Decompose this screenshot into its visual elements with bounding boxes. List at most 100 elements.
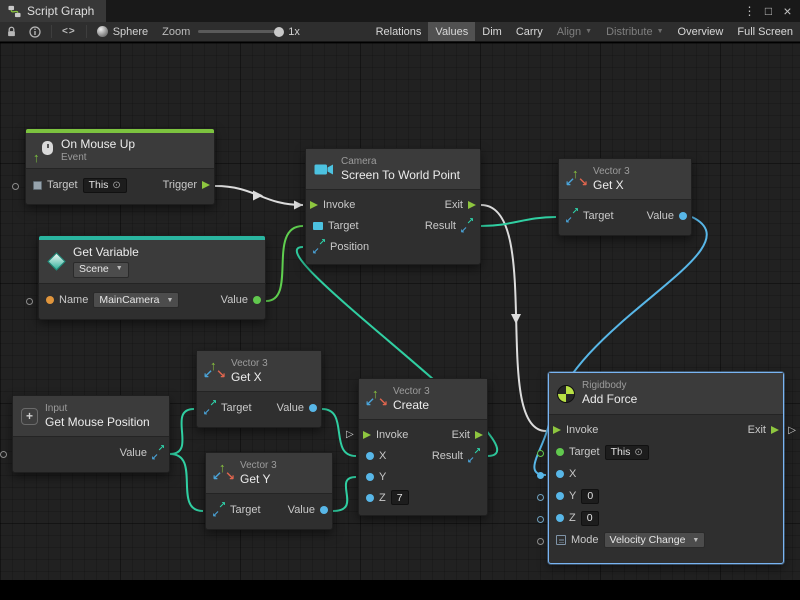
flow-out-port[interactable]	[202, 181, 210, 189]
vector3-out-port[interactable]: ↗↙	[468, 450, 480, 462]
z-value-input[interactable]: 7	[391, 490, 409, 505]
target-value-box[interactable]: This⊙	[83, 178, 127, 193]
info-button[interactable]	[23, 22, 47, 41]
target-value-box[interactable]: This⊙	[605, 445, 649, 460]
unconnected-port[interactable]	[12, 183, 19, 190]
flow-in-port[interactable]	[310, 201, 318, 209]
node-vector3-get-x-top[interactable]: ↑↙↘ Vector 3 Get X ↗↙ Target Value	[558, 158, 692, 236]
camera-type-port[interactable]	[313, 222, 323, 230]
target-icon: ⊙	[634, 447, 642, 458]
target-icon: ⊙	[112, 180, 120, 191]
float-out-port[interactable]	[320, 506, 328, 514]
float-in-port[interactable]	[366, 473, 374, 481]
code-view-button[interactable]: <>	[56, 22, 82, 41]
node-vector3-get-y[interactable]: ↑↙↘ Vector 3 Get Y ↗↙ Target Value	[205, 452, 333, 530]
dim-button[interactable]: Dim	[475, 22, 509, 41]
carry-button[interactable]: Carry	[509, 22, 550, 41]
port-label-target: Target	[221, 402, 252, 414]
enum-icon	[556, 535, 566, 545]
flow-out-port[interactable]	[771, 426, 779, 434]
unconnected-port[interactable]	[537, 494, 544, 501]
unconnected-port[interactable]	[537, 516, 544, 523]
unconnected-port[interactable]	[26, 298, 33, 305]
float-out-port[interactable]	[679, 212, 687, 220]
variable-name-dropdown[interactable]: MainCamera▼	[93, 292, 179, 308]
port-label-position: Position	[330, 241, 369, 253]
z-value-input[interactable]: 0	[581, 511, 599, 526]
vector3-out-port[interactable]: ↗↙	[461, 220, 473, 232]
float-out-port[interactable]	[309, 404, 317, 412]
variable-icon	[47, 252, 65, 270]
port-label-z: Z	[569, 512, 576, 524]
graph-object-icon	[91, 22, 113, 41]
values-button[interactable]: Values	[428, 22, 475, 41]
unconnected-port[interactable]	[537, 450, 544, 457]
float-in-port[interactable]	[366, 452, 374, 460]
port-label-result: Result	[432, 450, 463, 462]
window-maximize-icon[interactable]: □	[760, 4, 777, 18]
port-label-target: Target	[583, 210, 614, 222]
align-dropdown[interactable]: Align▼	[550, 22, 599, 41]
zoom-slider-handle[interactable]	[274, 27, 284, 37]
node-category: Rigidbody	[582, 380, 637, 392]
port-label-exit: Exit	[748, 424, 766, 436]
y-value-input[interactable]: 0	[581, 489, 599, 504]
caret-down-icon: ▼	[657, 28, 664, 35]
node-get-variable[interactable]: Get Variable Scene▼ Name MainCamera▼ Val…	[38, 235, 266, 320]
port-label-mode: Mode	[571, 534, 599, 546]
port-label-z: Z	[379, 492, 386, 504]
relations-button[interactable]: Relations	[369, 22, 429, 41]
caret-down-icon: ▼	[116, 265, 123, 273]
node-add-force[interactable]: Rigidbody Add Force Invoke Exit Target T…	[548, 372, 784, 564]
graph-object-name[interactable]: Sphere	[113, 26, 148, 38]
flow-out-port[interactable]	[468, 201, 476, 209]
unconnected-port[interactable]	[537, 538, 544, 545]
zoom-label: Zoom	[162, 26, 190, 38]
flow-port-unconnected-icon[interactable]: ▷	[346, 430, 354, 440]
vector3-out-port[interactable]: ↗↙	[152, 447, 164, 459]
connected-port-x[interactable]	[537, 472, 544, 479]
variable-scope-dropdown[interactable]: Scene▼	[73, 262, 129, 278]
flow-in-port[interactable]	[553, 426, 561, 434]
node-vector3-create[interactable]: ↑↙↘ Vector 3 Create Invoke Exit X Result…	[358, 378, 488, 516]
bottom-bar	[0, 580, 800, 600]
object-out-port[interactable]	[253, 296, 261, 304]
caret-down-icon: ▼	[585, 28, 592, 35]
mode-dropdown[interactable]: Velocity Change▼	[604, 532, 706, 548]
flow-port-unconnected-icon[interactable]: ▷	[788, 426, 796, 436]
window-close-icon[interactable]: ×	[779, 3, 796, 19]
zoom-value: 1x	[288, 26, 300, 38]
float-in-port[interactable]	[366, 494, 374, 502]
vector3-in-port[interactable]: ↗↙	[313, 241, 325, 253]
zoom-slider[interactable]	[198, 30, 280, 33]
vector3-in-port[interactable]: ↗↙	[566, 210, 578, 222]
flow-out-port[interactable]	[475, 431, 483, 439]
tab-script-graph[interactable]: Script Graph	[0, 0, 106, 22]
fullscreen-button[interactable]: Full Screen	[730, 22, 800, 41]
node-on-mouse-up[interactable]: ↑ On Mouse Up Event Target This⊙ Trigger	[25, 128, 215, 205]
float-in-port[interactable]	[556, 492, 564, 500]
node-title: Get Mouse Position	[45, 415, 150, 429]
node-title: Get X	[593, 178, 630, 192]
node-get-mouse-position[interactable]: + Input Get Mouse Position Value ↗↙	[12, 395, 170, 473]
unconnected-port[interactable]	[0, 451, 7, 458]
node-category: Vector 3	[393, 386, 430, 398]
vector3-in-port[interactable]: ↗↙	[204, 402, 216, 414]
port-label-exit: Exit	[452, 429, 470, 441]
port-label-exit: Exit	[445, 199, 463, 211]
float-in-port[interactable]	[556, 514, 564, 522]
port-label-invoke: Invoke	[323, 199, 355, 211]
overview-button[interactable]: Overview	[671, 22, 731, 41]
flow-in-port[interactable]	[363, 431, 371, 439]
caret-down-icon: ▼	[692, 537, 699, 544]
distribute-dropdown[interactable]: Distribute▼	[599, 22, 670, 41]
node-screen-to-world-point[interactable]: Camera Screen To World Point Invoke Exit…	[305, 148, 481, 265]
node-vector3-get-x-mid[interactable]: ↑↙↘ Vector 3 Get X ↗↙ Target Value	[196, 350, 322, 428]
toolbar-separator	[51, 25, 52, 38]
vector3-in-port[interactable]: ↗↙	[213, 504, 225, 516]
rigidbody-in-port[interactable]	[556, 448, 564, 456]
float-in-port[interactable]	[556, 470, 564, 478]
lock-button[interactable]	[0, 22, 23, 41]
window-menu-icon[interactable]: ⋮	[741, 4, 758, 18]
string-port[interactable]	[46, 296, 54, 304]
